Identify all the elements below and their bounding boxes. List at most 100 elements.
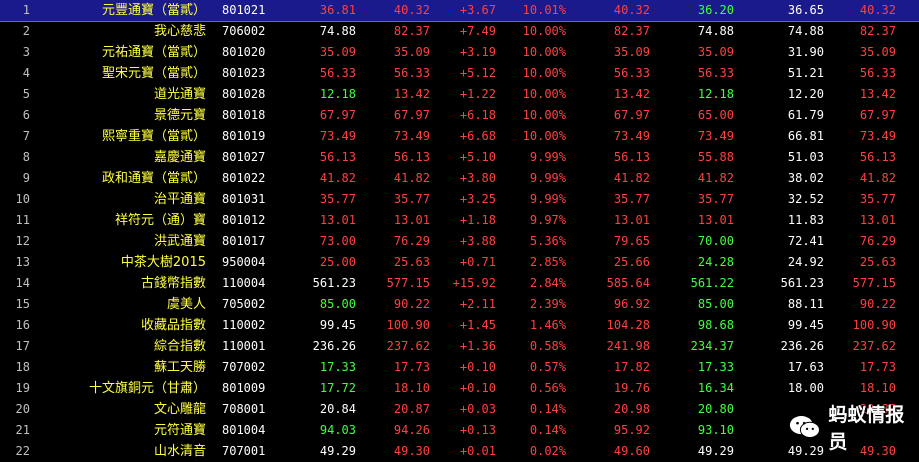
table-row[interactable]: 7 熙寧重寶（當貳） 801019 73.49 73.49 +6.68 10.00% 73.4… (0, 126, 919, 147)
change-percent-cell: 1.46% (529, 318, 566, 332)
high-price-cell: 40.32 (613, 3, 650, 17)
value-cell: 35.77 (319, 192, 356, 206)
value-cell: 73.49 (319, 129, 356, 143)
close-price-cell: 577.15 (852, 276, 896, 290)
security-name: 政和通寶（當貳） (101, 171, 206, 186)
close-price-cell: 40.32 (859, 3, 896, 17)
last-price-cell: 56.13 (393, 150, 430, 164)
last-price-cell: 35.09 (393, 45, 430, 59)
high-price-cell: 79.65 (613, 234, 650, 248)
change-percent-cell: 0.02% (529, 444, 566, 458)
table-row[interactable]: 13 中茶大樹2015 950004 25.00 25.63 +0.71 2.85% 25.6… (0, 252, 919, 273)
table-row[interactable]: 10 治平通寶 801031 35.77 35.77 +3.25 9.99% 35.77 35.… (0, 189, 919, 210)
low-price-cell: 234.37 (690, 339, 734, 353)
row-index: 21 (15, 423, 30, 437)
change-percent-cell: 10.00% (522, 87, 566, 101)
prev-close-cell: 72.41 (787, 234, 824, 248)
security-code: 707002 (222, 360, 266, 374)
change-cell: +3.19 (459, 45, 496, 59)
change-cell: +1.22 (459, 87, 496, 101)
high-price-cell: 67.97 (613, 108, 650, 122)
change-percent-cell: 2.85% (529, 255, 566, 269)
prev-close-cell: 38.02 (787, 171, 824, 185)
close-price-cell: 41.82 (859, 171, 896, 185)
security-code: 705002 (222, 297, 266, 311)
row-index: 22 (15, 444, 30, 458)
value-cell: 73.00 (319, 234, 356, 248)
last-price-cell: 76.29 (393, 234, 430, 248)
low-price-cell: 56.33 (697, 66, 734, 80)
high-price-cell: 82.37 (613, 24, 650, 38)
close-price-cell: 76.29 (859, 234, 896, 248)
high-price-cell: 20.98 (613, 402, 650, 416)
last-price-cell: 94.26 (393, 423, 430, 437)
low-price-cell: 12.18 (697, 87, 734, 101)
security-code: 801020 (222, 45, 266, 59)
security-code: 801031 (222, 192, 266, 206)
change-cell: +0.71 (459, 255, 496, 269)
table-row[interactable]: 20 文心雕龍 708001 20.84 20.87 +0.03 0.14% 20.98 20.… (0, 399, 919, 420)
table-row[interactable]: 22 山水清音 707001 49.29 49.30 +0.01 0.02% 49.60 49.… (0, 441, 919, 462)
security-name: 蘇工天勝 (153, 360, 206, 375)
row-index: 11 (15, 213, 30, 227)
change-percent-cell: 9.99% (529, 150, 566, 164)
table-row[interactable]: 5 道光通寶 801028 12.18 13.42 +1.22 10.00% 13.42 12.… (0, 84, 919, 105)
table-row[interactable]: 2 我心慈悲 706002 74.88 82.37 +7.49 10.00% 82.37 74.… (0, 21, 919, 42)
table-row[interactable]: 17 綜合指數 110001 236.26 237.62 +1.36 0.58% 241.98… (0, 336, 919, 357)
last-price-cell: 17.73 (393, 360, 430, 374)
last-price-cell: 56.33 (393, 66, 430, 80)
close-price-cell: 35.77 (859, 192, 896, 206)
table-row[interactable]: 19 十文旗銅元（甘肅） 801009 17.72 18.10 +0.10 0.56% 19.… (0, 378, 919, 399)
row-index: 10 (15, 192, 30, 206)
change-cell: +6.18 (459, 108, 496, 122)
table-row[interactable]: 6 景德元寶 801018 67.97 67.97 +6.18 10.00% 67.97 65.… (0, 105, 919, 126)
change-cell: +3.67 (459, 3, 496, 17)
change-cell: +1.45 (459, 318, 496, 332)
value-cell: 36.81 (319, 3, 356, 17)
security-name: 元祐通寶（當貳） (101, 45, 206, 60)
security-code: 801004 (222, 423, 266, 437)
last-price-cell: 67.97 (393, 108, 430, 122)
security-name: 古錢幣指數 (140, 276, 206, 291)
last-price-cell: 20.87 (393, 402, 430, 416)
high-price-cell: 96.92 (613, 297, 650, 311)
table-row[interactable]: 21 元符通寶 801004 94.03 94.26 +0.13 0.14% 95.92 93.… (0, 420, 919, 441)
low-price-cell: 24.28 (697, 255, 734, 269)
row-index: 12 (15, 234, 30, 248)
table-row[interactable]: 9 政和通寶（當貳） 801022 41.82 41.82 +3.80 9.99% 41.82… (0, 168, 919, 189)
table-row[interactable]: 14 古錢幣指數 110004 561.23 577.15 +15.92 2.84% 585.… (0, 273, 919, 294)
close-price-cell: 13.01 (859, 213, 896, 227)
table-row[interactable]: 15 虞美人 705002 85.00 90.22 +2.11 2.39% 96.92 85.0… (0, 294, 919, 315)
security-name: 山水清音 (153, 444, 206, 459)
security-name: 治平通寶 (153, 192, 206, 207)
low-price-cell: 93.10 (697, 423, 734, 437)
prev-close-cell: 32.52 (787, 192, 824, 206)
table-row[interactable]: 8 嘉慶通寶 801027 56.13 56.13 +5.10 9.99% 56.13 55.8… (0, 147, 919, 168)
high-price-cell: 41.82 (613, 171, 650, 185)
high-price-cell: 35.77 (613, 192, 650, 206)
low-price-cell: 70.00 (697, 234, 734, 248)
table-row[interactable]: 1 元豐通寶（當貳） 801021 36.81 40.32 +3.67 10.01% 40.3… (0, 0, 919, 22)
value-cell: 94.03 (319, 423, 356, 437)
value-cell: 561.23 (312, 276, 356, 290)
last-price-cell: 237.62 (386, 339, 430, 353)
table-row[interactable]: 11 祥符元（通）寶 801012 13.01 13.01 +1.18 9.97% 13.01… (0, 210, 919, 231)
change-cell: +0.03 (459, 402, 496, 416)
security-code: 950004 (222, 255, 266, 269)
value-cell: 20.84 (319, 402, 356, 416)
table-row[interactable]: 4 聖宋元寶（當貳） 801023 56.33 56.33 +5.12 10.00% 56.3… (0, 63, 919, 84)
table-row[interactable]: 12 洪武通寶 801017 73.00 76.29 +3.88 5.36% 79.65 70.… (0, 231, 919, 252)
prev-close-cell: 66.81 (787, 129, 824, 143)
table-row[interactable]: 3 元祐通寶（當貳） 801020 35.09 35.09 +3.19 10.00% 35.0… (0, 42, 919, 63)
wechat-icon (789, 416, 820, 438)
last-price-cell: 18.10 (393, 381, 430, 395)
security-name: 虞美人 (166, 297, 206, 312)
table-row[interactable]: 18 蘇工天勝 707002 17.33 17.73 +0.10 0.57% 17.82 17.… (0, 357, 919, 378)
table-row[interactable]: 16 收藏品指數 110002 99.45 100.90 +1.45 1.46% 104.28… (0, 315, 919, 336)
security-name: 元符通寶 (153, 423, 206, 438)
security-name: 文心雕龍 (153, 402, 206, 417)
low-price-cell: 73.49 (697, 129, 734, 143)
low-price-cell: 98.68 (697, 318, 734, 332)
change-percent-cell: 9.99% (529, 171, 566, 185)
row-index: 3 (22, 45, 30, 59)
